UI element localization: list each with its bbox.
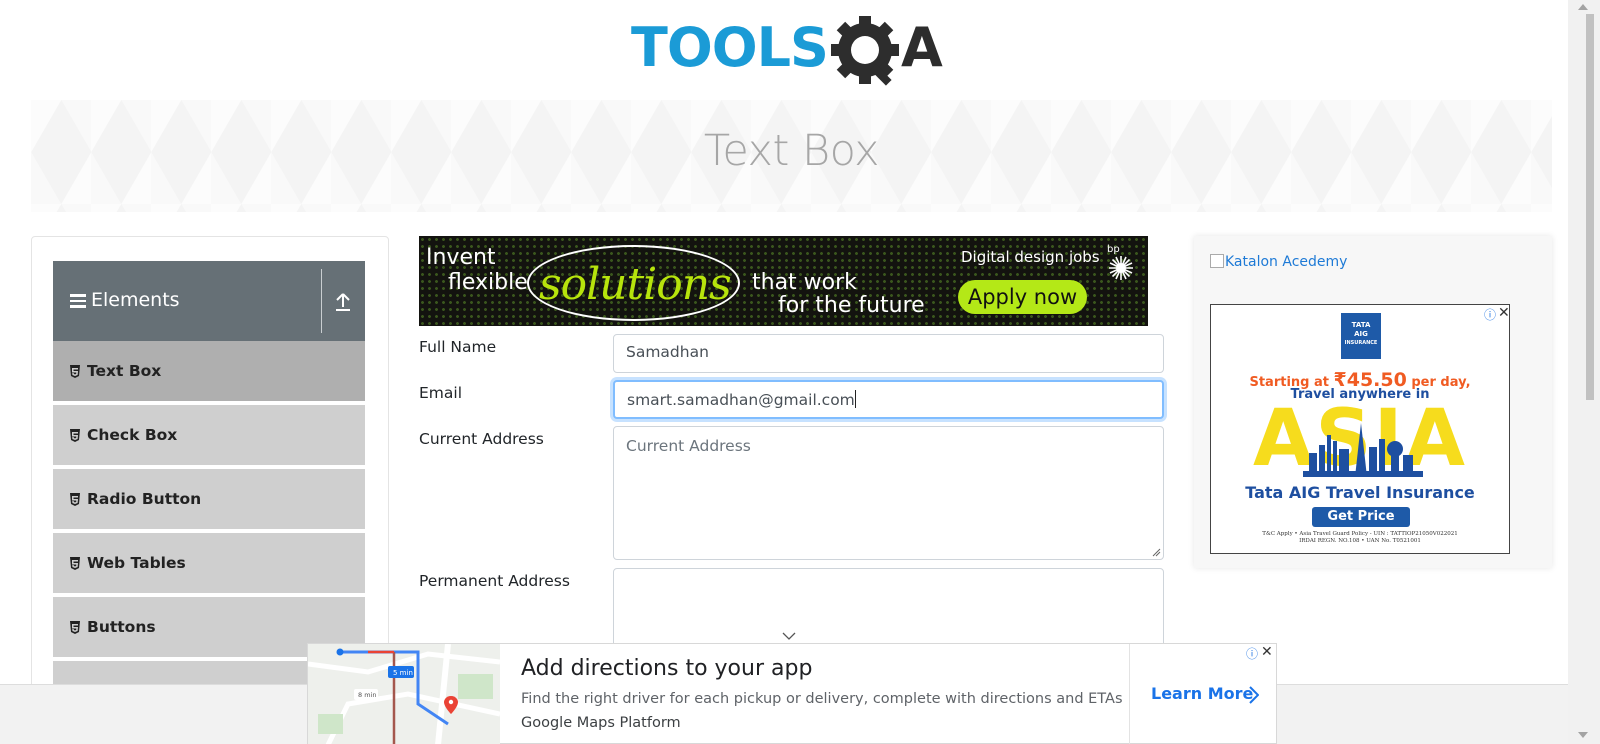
ad-brand: Google Maps Platform bbox=[521, 715, 681, 731]
sidebar-item-label: Radio Button bbox=[87, 490, 202, 508]
apply-now-button[interactable]: Apply now bbox=[958, 280, 1087, 314]
ad-close-icon[interactable]: ✕ bbox=[1261, 644, 1273, 660]
ad-text: Invent bbox=[426, 245, 496, 270]
permanent-address-label: Permanent Address bbox=[419, 572, 570, 590]
broken-image-icon bbox=[1210, 254, 1224, 268]
sidebar-item-text-box[interactable]: Text Box bbox=[53, 341, 365, 403]
chevron-down-icon bbox=[782, 632, 796, 640]
map-illustration: 5 min 8 min bbox=[308, 644, 500, 744]
map-label: 5 min bbox=[393, 669, 413, 677]
sidebar-item-check-box[interactable]: Check Box bbox=[53, 405, 365, 467]
email-value: smart.samadhan@gmail.com bbox=[627, 391, 855, 409]
scrollbar-thumb[interactable] bbox=[1586, 14, 1594, 400]
menu-icon bbox=[70, 294, 86, 308]
toolsqa-logo[interactable]: TOOLS A bbox=[631, 14, 961, 94]
current-address-label: Current Address bbox=[419, 430, 544, 448]
text-caret bbox=[854, 390, 856, 408]
resize-handle-icon[interactable] bbox=[1152, 548, 1161, 557]
ad-fine-print: T&C Apply • Asia Travel Guard Policy - U… bbox=[1262, 531, 1458, 544]
sidebar-item-label: Buttons bbox=[87, 618, 156, 636]
scroll-down-icon[interactable] bbox=[1578, 732, 1588, 738]
ad-description: Find the right driver for each pickup or… bbox=[521, 691, 1123, 707]
html5-icon bbox=[70, 557, 80, 570]
ad-product-name: Tata AIG Travel Insurance bbox=[1245, 483, 1475, 502]
top-ad-banner[interactable]: Invent flexible solutions that work for … bbox=[419, 236, 1148, 326]
page-banner: Text Box bbox=[31, 100, 1552, 212]
html5-icon bbox=[70, 493, 80, 506]
ad-divider bbox=[1129, 644, 1130, 744]
header-divider bbox=[321, 269, 322, 333]
sidebar-item-label: Text Box bbox=[87, 362, 162, 380]
sidebar-item-web-tables[interactable]: Web Tables bbox=[53, 533, 365, 595]
sidebar-item-label: Web Tables bbox=[87, 554, 186, 572]
page-title: Text Box bbox=[703, 126, 880, 176]
bottom-ad-banner[interactable]: 5 min 8 min Add directions to your app F… bbox=[307, 643, 1277, 744]
scroll-up-icon[interactable] bbox=[1578, 4, 1588, 10]
current-address-placeholder: Current Address bbox=[626, 437, 751, 455]
email-input[interactable]: smart.samadhan@gmail.com bbox=[613, 380, 1164, 419]
ad-text: for the future bbox=[778, 293, 925, 318]
katalon-image-link[interactable]: Katalon Acedemy bbox=[1210, 254, 1347, 270]
full-name-input[interactable]: Samadhan bbox=[613, 334, 1164, 373]
full-name-value: Samadhan bbox=[626, 343, 709, 361]
map-label: 8 min bbox=[358, 691, 376, 699]
page-scrollbar[interactable] bbox=[1568, 0, 1600, 744]
ad-title: Add directions to your app bbox=[521, 656, 813, 681]
gear-icon bbox=[831, 16, 899, 86]
skyline-illustration bbox=[1303, 423, 1423, 477]
current-address-textarea[interactable]: Current Address bbox=[613, 426, 1164, 560]
sidebar-item-radio-button[interactable]: Radio Button bbox=[53, 469, 365, 531]
tata-aig-ad[interactable]: TATA AIG INSURANCE ⓘ ✕ Starting at ₹45.5… bbox=[1210, 304, 1510, 554]
ad-highlight: solutions bbox=[527, 245, 740, 321]
ad-info-icon[interactable]: ⓘ bbox=[1246, 645, 1258, 662]
elements-group-header[interactable]: Elements bbox=[53, 261, 365, 341]
bp-sun-icon bbox=[1109, 256, 1133, 280]
html5-icon bbox=[70, 621, 80, 634]
tata-aig-logo: TATA AIG INSURANCE bbox=[1341, 313, 1381, 359]
site-header: TOOLS A bbox=[0, 0, 1568, 96]
ad-text: that work bbox=[752, 270, 857, 295]
full-name-label: Full Name bbox=[419, 338, 497, 356]
group-title: Elements bbox=[91, 289, 180, 311]
collapse-up-icon[interactable] bbox=[333, 291, 353, 313]
right-ad-panel: Katalon Acedemy TATA AIG INSURANCE ⓘ ✕ S… bbox=[1194, 236, 1552, 568]
sidebar-item-label: Check Box bbox=[87, 426, 178, 444]
get-price-button[interactable]: Get Price bbox=[1312, 507, 1410, 527]
html5-icon bbox=[70, 429, 80, 442]
html5-icon bbox=[70, 365, 80, 378]
ad-subtitle: Digital design jobs bbox=[961, 248, 1100, 266]
logo-text-a: A bbox=[901, 16, 943, 79]
ad-close-icon[interactable]: ✕ bbox=[1498, 305, 1510, 321]
learn-more-link[interactable]: Learn More bbox=[1151, 684, 1253, 703]
logo-text-tools: TOOLS bbox=[631, 16, 828, 79]
chevron-right-icon[interactable] bbox=[1249, 686, 1259, 704]
email-label: Email bbox=[419, 384, 463, 402]
ad-text: flexible bbox=[448, 270, 528, 295]
ad-info-icon[interactable]: ⓘ bbox=[1484, 306, 1496, 323]
